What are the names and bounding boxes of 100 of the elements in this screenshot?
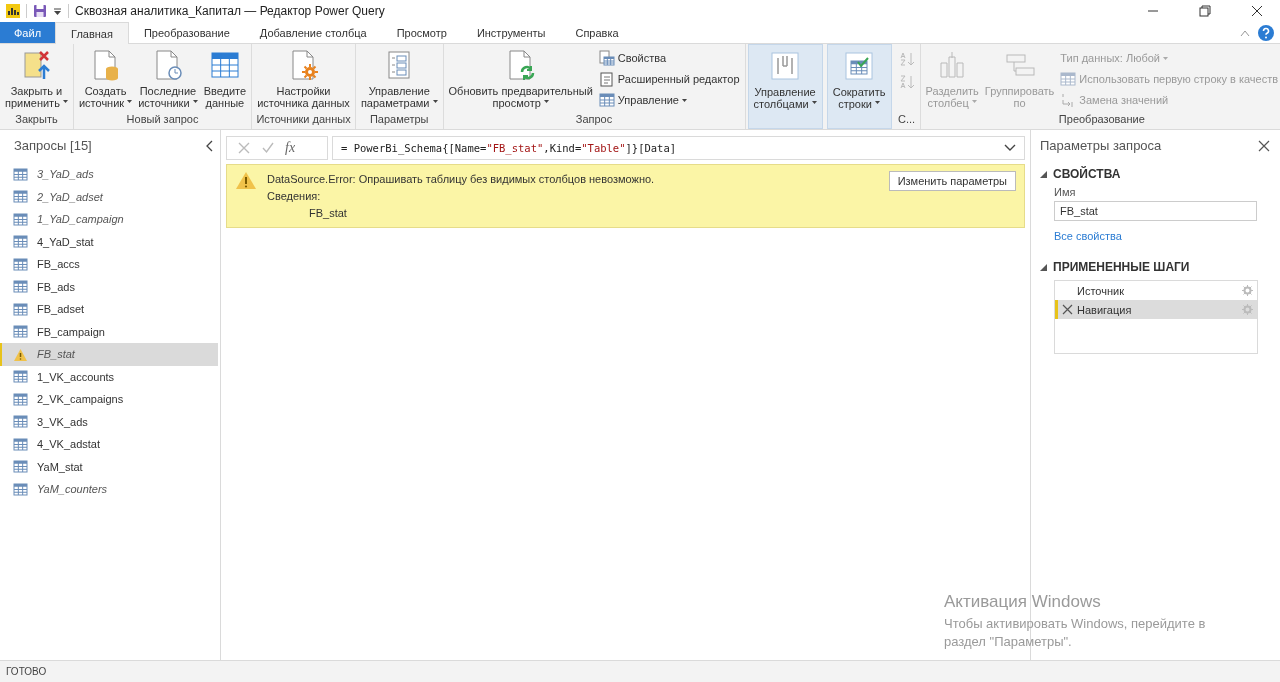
expanded-triangle-icon bbox=[1040, 170, 1047, 178]
ribbon-tab[interactable]: Просмотр bbox=[381, 22, 462, 43]
formula-text: = PowerBi_Schema{[Name="FB_stat",Kind="Table"]}[Data] bbox=[341, 142, 677, 154]
table-icon bbox=[13, 392, 28, 406]
table-icon bbox=[13, 370, 28, 384]
query-item[interactable]: FB_adset bbox=[0, 298, 218, 321]
name-field[interactable]: FB_stat bbox=[1054, 201, 1257, 221]
table-icon bbox=[13, 437, 28, 451]
query-item[interactable]: FB_campaign bbox=[0, 320, 218, 343]
activation-title: Активация Windows bbox=[944, 592, 1102, 612]
query-item[interactable]: FB_accs bbox=[0, 253, 218, 276]
warning-icon bbox=[13, 347, 28, 361]
ribbon-button[interactable]: Расширенный редактор bbox=[596, 70, 742, 88]
ribbon-button[interactable]: Управление параметрами bbox=[358, 47, 440, 113]
properties-icon bbox=[598, 50, 615, 66]
ribbon-button[interactable]: Введите данные bbox=[201, 47, 249, 113]
file-tab[interactable]: Файл bbox=[0, 22, 56, 43]
restore-icon[interactable] bbox=[1199, 5, 1211, 17]
ribbon-tab[interactable]: Справка bbox=[560, 22, 634, 43]
collapse-panel-icon[interactable] bbox=[206, 139, 214, 152]
table-icon bbox=[13, 257, 28, 271]
section-header[interactable]: СВОЙСТВА bbox=[1040, 167, 1270, 181]
ribbon-group-label: Запрос bbox=[574, 113, 614, 127]
table-icon bbox=[13, 212, 28, 226]
dropdown-caret-icon bbox=[543, 100, 549, 103]
query-item[interactable]: 4_VK_adstat bbox=[0, 433, 218, 456]
dropdown-caret-icon bbox=[127, 100, 133, 103]
table-icon bbox=[208, 49, 241, 81]
collapse-ribbon-icon[interactable] bbox=[1240, 28, 1250, 37]
checkmark-icon[interactable] bbox=[261, 141, 275, 155]
ribbon-button[interactable]: Управление bbox=[596, 91, 742, 109]
ribbon-group-label: Закрыть bbox=[14, 113, 59, 127]
queries-title: Запросы [15] bbox=[14, 138, 92, 153]
applied-step[interactable]: Источник bbox=[1055, 281, 1257, 300]
dropdown-caret-icon bbox=[811, 101, 817, 104]
ribbon-group-label: Параметры bbox=[368, 113, 430, 127]
ribbon-group-label: Преобразование bbox=[1057, 113, 1146, 127]
query-item[interactable]: 1_VK_accounts bbox=[0, 365, 218, 388]
dropdown-caret-icon bbox=[62, 100, 68, 103]
table-icon bbox=[13, 302, 28, 316]
table-icon bbox=[13, 190, 28, 204]
warning-icon bbox=[235, 171, 257, 190]
edit-settings-button[interactable]: Изменить параметры bbox=[888, 171, 1016, 191]
dropdown-caret-icon bbox=[971, 100, 977, 103]
all-properties-link[interactable]: Все свойства bbox=[1054, 230, 1270, 242]
ribbon-group-label: Источники данных bbox=[255, 113, 352, 127]
table-icon bbox=[13, 235, 28, 249]
function-button[interactable]: fx bbox=[285, 140, 296, 156]
error-x-icon bbox=[1062, 304, 1073, 315]
table-icon bbox=[13, 482, 28, 496]
panel-title: Параметры запроса bbox=[1040, 138, 1162, 153]
app-logo-icon bbox=[6, 4, 20, 18]
ribbon-button[interactable]: Последние источники bbox=[136, 47, 200, 113]
table-icon bbox=[13, 415, 28, 429]
table-icon bbox=[1060, 71, 1077, 87]
ribbon-button[interactable]: Обновить предварительный просмотр bbox=[446, 47, 595, 113]
dropdown-caret-icon bbox=[682, 98, 687, 102]
formula-field[interactable]: = PowerBi_Schema{[Name="FB_stat",Kind="Table"]}[Data] bbox=[332, 136, 1025, 160]
ribbon-group-label: С... bbox=[896, 113, 917, 127]
query-item[interactable]: FB_ads bbox=[0, 275, 218, 298]
ribbon-button[interactable]: Сократить строки bbox=[830, 48, 888, 112]
close-icon[interactable] bbox=[1251, 5, 1263, 17]
ribbon-tab[interactable]: Добавление столбца bbox=[244, 22, 382, 43]
activation-text: Чтобы активировать Windows, перейдите в раздел "Параметры". bbox=[944, 615, 1207, 651]
query-item[interactable]: 2_VK_campaigns bbox=[0, 388, 218, 411]
ribbon-button[interactable]: Создать источник bbox=[76, 47, 135, 113]
window-title: Сквозная аналитика_Капитал — Редактор Power Query bbox=[75, 4, 385, 18]
help-icon[interactable] bbox=[1258, 24, 1274, 41]
close-icon[interactable] bbox=[1258, 139, 1270, 152]
document-icon bbox=[598, 71, 615, 87]
table-icon bbox=[598, 92, 615, 108]
dropdown-caret-icon bbox=[875, 101, 880, 104]
ribbon-tab[interactable]: Главная bbox=[55, 22, 129, 44]
ribbon-button[interactable]: Закрыть и применить bbox=[3, 47, 70, 113]
query-item[interactable]: 3_VK_ads bbox=[0, 410, 218, 433]
table-icon bbox=[13, 460, 28, 474]
ribbon-tab[interactable]: Преобразование bbox=[128, 22, 245, 43]
status-text: ГОТОВО bbox=[0, 660, 1280, 682]
ribbon-button[interactable]: Настройки источника данных bbox=[255, 47, 352, 113]
customize-toolbar-icon[interactable] bbox=[53, 6, 62, 16]
query-item[interactable]: 4_YaD_stat bbox=[0, 230, 218, 253]
table-icon bbox=[13, 280, 28, 294]
table-icon bbox=[13, 325, 28, 339]
ribbon-group-label: Новый запрос bbox=[125, 113, 200, 127]
section-header[interactable]: ПРИМЕНЕННЫЕ ШАГИ bbox=[1040, 260, 1270, 274]
query-item[interactable]: YaM_stat bbox=[0, 455, 218, 478]
ribbon-button[interactable]: Свойства bbox=[596, 49, 742, 67]
details-label: Сведения: bbox=[267, 190, 322, 202]
error-detail: FB_stat bbox=[308, 207, 348, 219]
rows-check-icon bbox=[843, 50, 876, 82]
dropdown-caret-icon bbox=[1162, 56, 1168, 60]
columns-icon bbox=[769, 50, 802, 82]
ribbon-tab[interactable]: Инструменты bbox=[461, 22, 561, 43]
save-icon[interactable] bbox=[33, 4, 47, 18]
expand-chevron-icon[interactable] bbox=[1004, 144, 1016, 152]
applied-step[interactable]: Навигация bbox=[1055, 300, 1257, 319]
dropdown-caret-icon bbox=[192, 100, 198, 103]
ribbon-button[interactable]: Управление столбцами bbox=[751, 48, 819, 112]
dropdown-caret-icon bbox=[432, 100, 438, 103]
table-icon bbox=[13, 167, 28, 181]
